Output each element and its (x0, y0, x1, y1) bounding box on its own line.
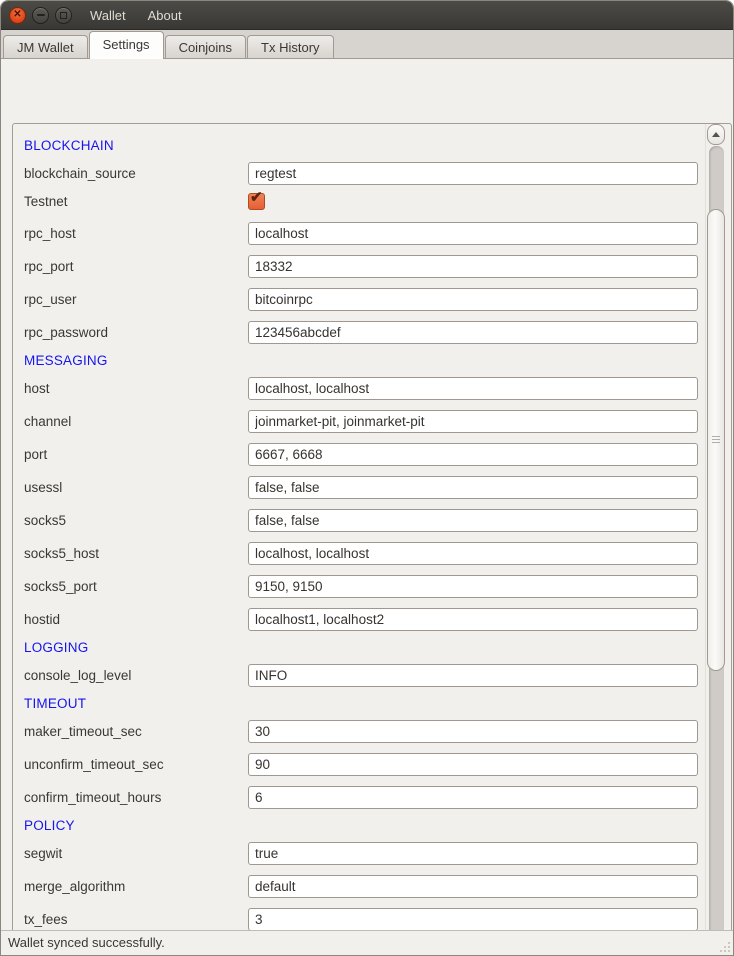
field-input[interactable] (248, 608, 698, 631)
field-row: socks5_host (24, 542, 704, 565)
field-input[interactable] (248, 443, 698, 466)
menu-wallet[interactable]: Wallet (84, 8, 132, 23)
field-label: port (24, 443, 248, 466)
scrollbar-up-button[interactable] (707, 124, 725, 145)
section-header: LOGGING (24, 641, 704, 654)
tab-bar: JM WalletSettingsCoinjoinsTx History (1, 30, 733, 59)
field-row: rpc_user (24, 288, 704, 311)
field-label: rpc_user (24, 288, 248, 311)
field-label: host (24, 377, 248, 400)
title-bar: ✕ Wallet About (1, 1, 733, 30)
field-label: unconfirm_timeout_sec (24, 753, 248, 776)
field-row: segwit (24, 842, 704, 865)
field-row: tx_fees (24, 908, 704, 931)
tab-tx-history[interactable]: Tx History (247, 35, 334, 58)
field-label: Testnet (24, 193, 248, 210)
field-label: confirm_timeout_hours (24, 786, 248, 809)
field-row: usessl (24, 476, 704, 499)
field-label: hostid (24, 608, 248, 631)
field-input[interactable] (248, 410, 698, 433)
status-message: Wallet synced successfully. (8, 935, 165, 950)
scrollbar-thumb[interactable] (707, 209, 725, 671)
minimize-icon[interactable] (32, 7, 49, 24)
scroll-viewport: BLOCKCHAIN blockchain_source Testnet rpc_ho… (13, 124, 704, 956)
field-row: socks5 (24, 509, 704, 532)
field-label: blockchain_source (24, 162, 248, 185)
section-header: BLOCKCHAIN (24, 139, 704, 152)
scrollbar-separator (705, 124, 706, 956)
field-row: maker_timeout_sec (24, 720, 704, 743)
field-input[interactable] (248, 288, 698, 311)
field-row: confirm_timeout_hours (24, 786, 704, 809)
section-header: TIMEOUT (24, 697, 704, 710)
field-input[interactable] (248, 255, 698, 278)
section-header: POLICY (24, 819, 704, 832)
field-input[interactable] (248, 575, 698, 598)
field-label: socks5_port (24, 575, 248, 598)
field-label: rpc_password (24, 321, 248, 344)
field-row: unconfirm_timeout_sec (24, 753, 704, 776)
field-input[interactable] (248, 664, 698, 687)
field-row: blockchain_source (24, 162, 704, 185)
scrollbar-grip-icon (712, 436, 720, 444)
field-label: tx_fees (24, 908, 248, 931)
field-row: console_log_level (24, 664, 704, 687)
field-label: rpc_port (24, 255, 248, 278)
field-row: rpc_password (24, 321, 704, 344)
field-input[interactable] (248, 842, 698, 865)
field-input[interactable] (248, 542, 698, 565)
field-row: rpc_host (24, 222, 704, 245)
maximize-icon[interactable] (55, 7, 72, 24)
field-input[interactable] (248, 321, 698, 344)
testnet-checkbox[interactable] (248, 193, 265, 210)
field-row: host (24, 377, 704, 400)
field-label: maker_timeout_sec (24, 720, 248, 743)
field-label: rpc_host (24, 222, 248, 245)
field-row: merge_algorithm (24, 875, 704, 898)
field-input[interactable] (248, 377, 698, 400)
close-icon[interactable]: ✕ (9, 7, 26, 24)
field-label: socks5_host (24, 542, 248, 565)
status-bar: Wallet synced successfully. (1, 930, 733, 955)
field-row: channel (24, 410, 704, 433)
tab-settings[interactable]: Settings (89, 31, 164, 59)
field-label: channel (24, 410, 248, 433)
field-label: console_log_level (24, 664, 248, 687)
field-input[interactable] (248, 720, 698, 743)
field-row: port (24, 443, 704, 466)
section-header: MESSAGING (24, 354, 704, 367)
field-label: merge_algorithm (24, 875, 248, 898)
settings-form: BLOCKCHAIN blockchain_source Testnet rpc_ho… (13, 124, 704, 956)
arrow-up-icon (712, 132, 720, 137)
field-row: socks5_port (24, 575, 704, 598)
field-label: segwit (24, 842, 248, 865)
field-label: usessl (24, 476, 248, 499)
tab-coinjoins[interactable]: Coinjoins (165, 35, 246, 58)
field-input[interactable] (248, 162, 698, 185)
field-row: Testnet (24, 193, 704, 210)
menu-bar: Wallet About (84, 8, 198, 23)
field-input[interactable] (248, 509, 698, 532)
field-input[interactable] (248, 875, 698, 898)
field-input[interactable] (248, 476, 698, 499)
tab-jm-wallet[interactable]: JM Wallet (3, 35, 88, 58)
field-input[interactable] (248, 222, 698, 245)
field-input[interactable] (248, 786, 698, 809)
field-row: hostid (24, 608, 704, 631)
app-window: ✕ Wallet About JM WalletSettingsCoinjoin… (0, 0, 734, 956)
field-label: socks5 (24, 509, 248, 532)
field-input[interactable] (248, 753, 698, 776)
resize-grip[interactable] (720, 942, 730, 952)
menu-about[interactable]: About (142, 8, 188, 23)
field-input[interactable] (248, 908, 698, 931)
field-row: rpc_port (24, 255, 704, 278)
settings-pane: BLOCKCHAIN blockchain_source Testnet rpc_ho… (1, 59, 733, 930)
